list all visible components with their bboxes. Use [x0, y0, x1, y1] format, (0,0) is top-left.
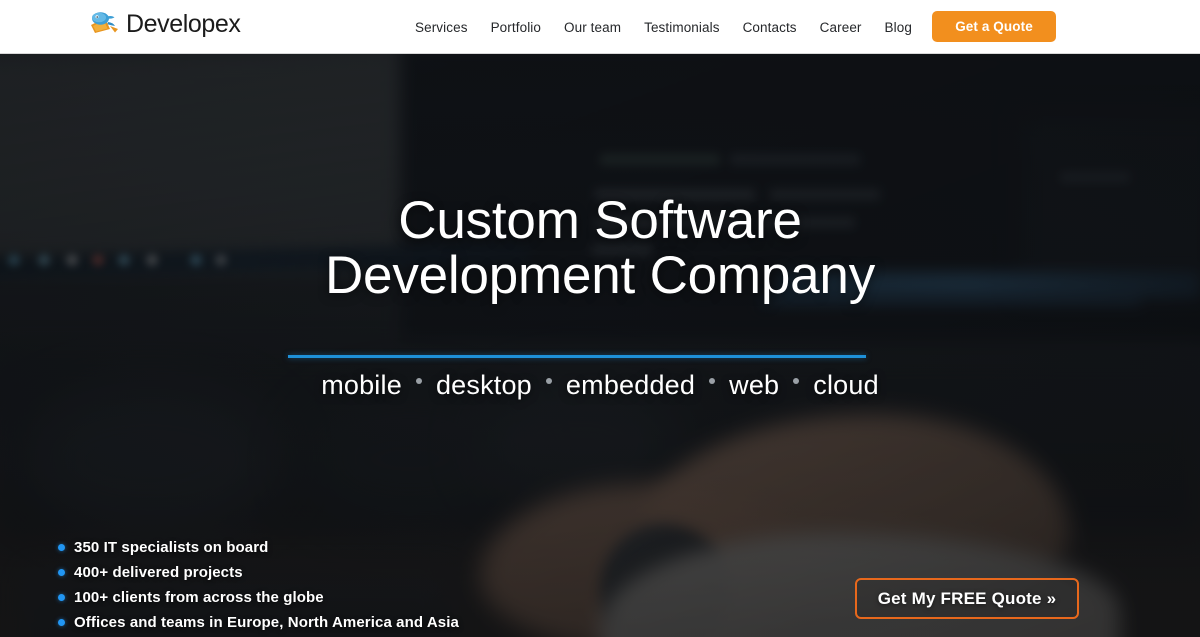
hero-headline: Custom Software Development Company — [0, 193, 1200, 303]
nav-item-services[interactable]: Services — [415, 20, 468, 35]
bullet-dot-icon — [58, 569, 65, 576]
nav-item-our-team[interactable]: Our team — [564, 20, 621, 35]
bullet-dot-icon — [58, 594, 65, 601]
nav-item-portfolio[interactable]: Portfolio — [491, 20, 541, 35]
main-navigation: Services Portfolio Our team Testimonials… — [415, 0, 912, 54]
hero-headline-line-2: Development Company — [324, 246, 876, 306]
bullet-dot-icon — [58, 619, 65, 626]
developex-bird-logo-icon — [91, 12, 118, 33]
hero-section: Custom Software Development Company mobi… — [0, 54, 1200, 637]
nav-item-contacts[interactable]: Contacts — [743, 20, 797, 35]
hero-subtitle-separator-icon — [545, 377, 552, 384]
hero-subtitle-item-desktop: desktop — [435, 370, 532, 400]
hero-subtitle-item-embedded: embedded — [565, 370, 696, 400]
site-logo[interactable]: Developex — [88, 9, 241, 39]
feature-text: 350 IT specialists on board — [74, 539, 269, 556]
list-item: 100+ clients from across the globe — [58, 585, 459, 610]
feature-text: 100+ clients from across the globe — [74, 589, 324, 606]
list-item: Offices and teams in Europe, North Ameri… — [58, 610, 459, 635]
list-item: 400+ delivered projects — [58, 560, 459, 585]
hero-subtitle-separator-icon — [793, 377, 800, 384]
get-a-quote-button[interactable]: Get a Quote — [932, 11, 1056, 42]
nav-item-testimonials[interactable]: Testimonials — [644, 20, 719, 35]
site-header: Developex Services Portfolio Our team Te… — [0, 0, 1200, 54]
logo-text: Developex — [126, 10, 241, 38]
hero-subtitle-separator-icon — [709, 377, 716, 384]
hero-feature-list: 350 IT specialists on board 400+ deliver… — [58, 535, 459, 637]
hero-subtitle-item-cloud: cloud — [813, 370, 879, 400]
feature-text: 400+ delivered projects — [74, 564, 243, 581]
list-item: 350 IT specialists on board — [58, 535, 459, 560]
feature-text: Offices and teams in Europe, North Ameri… — [74, 614, 459, 631]
get-my-free-quote-button[interactable]: Get My FREE Quote » — [855, 578, 1079, 619]
hero-subtitle-item-web: web — [729, 370, 780, 400]
hero-subtitle-separator-icon — [415, 377, 422, 384]
hero-headline-line-1: Custom Software — [398, 191, 802, 250]
hero-subtitle-item-mobile: mobile — [321, 370, 402, 400]
hero-divider-rule — [288, 355, 866, 358]
hero-subtitle: mobile desktop embedded web cloud — [0, 370, 1200, 401]
nav-item-blog[interactable]: Blog — [885, 20, 912, 35]
bullet-dot-icon — [58, 544, 65, 551]
nav-item-career[interactable]: Career — [820, 20, 862, 35]
